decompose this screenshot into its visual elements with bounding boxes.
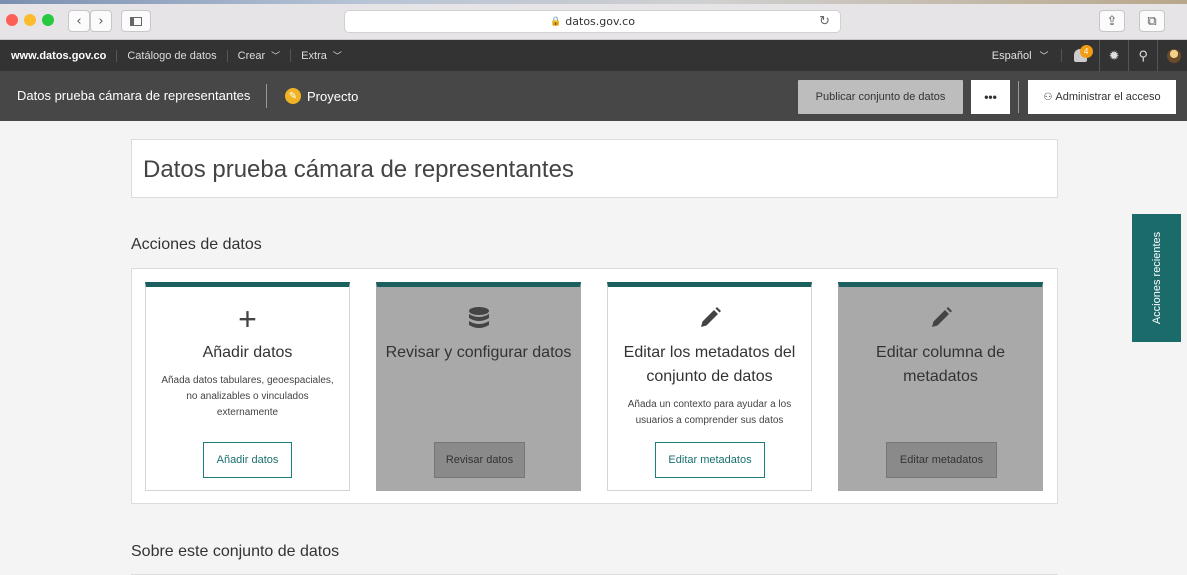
tabs-icon: ⧉: [1147, 13, 1157, 29]
card-description: Añada datos tabulares, geoespaciales, no…: [161, 375, 334, 418]
chevron-left-icon: ‹: [76, 13, 82, 29]
nav-item-label: Crear: [237, 50, 266, 62]
more-options-button[interactable]: •••: [971, 80, 1010, 114]
actions-heading: Acciones de datos: [131, 236, 262, 253]
pencil-icon: [839, 305, 1042, 333]
users-icon: ⚇: [1043, 91, 1053, 103]
edit-column-metadata-card: Editar columna de metadatos Editar metad…: [838, 282, 1043, 491]
edit-column-metadata-button[interactable]: Editar metadatos: [886, 442, 997, 478]
language-selector[interactable]: Español ﹀: [980, 49, 1062, 62]
pencil-icon: [608, 305, 811, 333]
nav-item-label: Extra: [301, 50, 327, 62]
dataset-header: Datos prueba cámara de representantes ✎ …: [0, 71, 1187, 121]
reload-icon[interactable]: ↻: [819, 14, 830, 29]
search-button[interactable]: ⚲: [1129, 40, 1158, 71]
card-title: Editar columna de metadatos: [876, 344, 1005, 385]
tabs-overview-button[interactable]: ⧉: [1139, 10, 1165, 32]
review-data-card: Revisar y configurar datos Revisar datos: [376, 282, 581, 491]
about-heading: Sobre este conjunto de datos: [131, 543, 340, 560]
address-text: datos.gov.co: [565, 15, 635, 28]
database-icon: [377, 305, 580, 333]
notifications-button[interactable]: 4: [1062, 40, 1100, 71]
site-navbar: www.datos.gov.co Catálogo de datos Crear…: [0, 40, 1187, 71]
sidebar-icon: [130, 16, 142, 26]
divider: [266, 84, 267, 108]
pencil-icon: ✎: [285, 88, 301, 104]
sidebar-toggle-button[interactable]: [121, 10, 151, 32]
site-brand-link[interactable]: www.datos.gov.co: [0, 49, 118, 62]
browser-chrome: ‹ › 🔒 datos.gov.co ↻ ⇪ ⧉: [0, 0, 1187, 40]
manage-access-label: Administrar el acceso: [1055, 91, 1161, 103]
add-data-button[interactable]: Añadir datos: [203, 442, 292, 478]
card-title: Añadir datos: [202, 344, 293, 361]
nav-item-extra[interactable]: Extra ﹀: [291, 49, 352, 62]
back-button[interactable]: ‹: [68, 10, 90, 32]
nav-item-label: Catálogo de datos: [127, 49, 217, 62]
manage-access-button[interactable]: ⚇ Administrar el acceso: [1028, 80, 1176, 114]
forward-button[interactable]: ›: [90, 10, 112, 32]
search-icon: ⚲: [1138, 47, 1148, 63]
avatar[interactable]: [1167, 48, 1181, 63]
edit-dataset-metadata-card: Editar los metadatos del conjunto de dat…: [607, 282, 812, 491]
chevron-down-icon: ﹀: [332, 51, 342, 61]
settings-button[interactable]: ✹: [1100, 40, 1130, 71]
card-title: Editar los metadatos del conjunto de dat…: [623, 344, 796, 385]
gear-icon: ✹: [1108, 47, 1120, 63]
dataset-status: ✎ Proyecto: [285, 88, 358, 104]
page-title: Datos prueba cámara de representantes: [143, 156, 574, 183]
lock-icon: 🔒: [550, 16, 562, 27]
card-description: Añada un contexto para ayudar a los usua…: [627, 399, 792, 426]
navbar-right: Español ﹀ 4 ✹ ⚲: [980, 40, 1187, 71]
nav-item-create[interactable]: Crear ﹀: [228, 49, 292, 62]
language-label: Español: [991, 50, 1032, 62]
chevron-right-icon: ›: [98, 13, 104, 29]
close-window-button[interactable]: [6, 14, 18, 26]
card-title: Revisar y configurar datos: [385, 344, 572, 361]
recent-actions-label: Acciones recientes: [1150, 231, 1163, 325]
publish-dataset-button[interactable]: Publicar conjunto de datos: [798, 80, 963, 114]
zoom-window-button[interactable]: [42, 14, 54, 26]
chevron-down-icon: ﹀: [271, 51, 281, 61]
add-data-card: + Añadir datos Añada datos tabulares, ge…: [145, 282, 350, 491]
dataset-title: Datos prueba cámara de representantes: [17, 88, 251, 103]
page-title-box: Datos prueba cámara de representantes: [131, 139, 1058, 198]
recent-actions-tab[interactable]: Acciones recientes: [1132, 214, 1181, 342]
chevron-down-icon: ﹀: [1039, 51, 1049, 61]
divider: [1018, 81, 1019, 113]
nav-item-catalog[interactable]: Catálogo de datos: [117, 49, 228, 62]
share-icon: ⇪: [1106, 13, 1118, 29]
edit-metadata-button[interactable]: Editar metadatos: [655, 442, 765, 478]
minimize-window-button[interactable]: [24, 14, 36, 26]
status-label: Proyecto: [307, 88, 359, 104]
plus-icon: +: [238, 301, 257, 337]
share-button[interactable]: ⇪: [1099, 10, 1125, 32]
notification-badge: 4: [1079, 45, 1093, 58]
review-data-button[interactable]: Revisar datos: [434, 442, 525, 478]
address-bar[interactable]: 🔒 datos.gov.co ↻: [344, 10, 841, 33]
